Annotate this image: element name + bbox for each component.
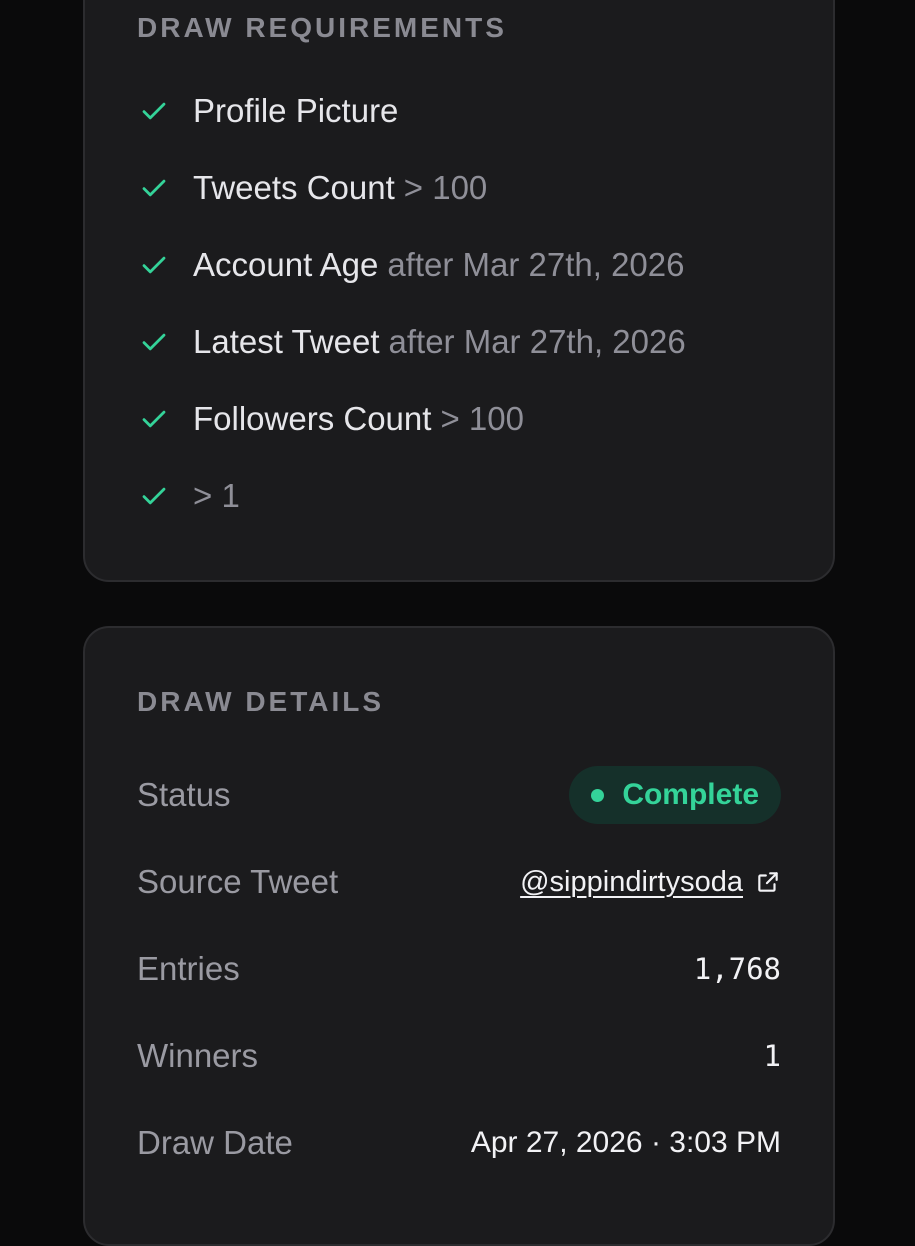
requirement-item: Latest Tweet after Mar 27th, 2026 — [137, 303, 686, 380]
status-dot-icon — [591, 788, 605, 802]
check-icon — [137, 94, 171, 128]
source-tweet-link[interactable]: @sippindirtysoda — [520, 866, 781, 899]
requirement-item: > 1 — [137, 457, 686, 534]
draw-details-card: DRAW DETAILS Status Complete Source Twee… — [83, 626, 835, 1246]
entries-label: Entries — [137, 950, 240, 987]
check-icon — [137, 171, 171, 205]
status-value: Complete — [622, 778, 759, 811]
draw-details-title: DRAW DETAILS — [137, 686, 385, 717]
requirement-condition: > 100 — [440, 399, 524, 437]
source-tweet-row: Source Tweet @sippindirtysoda — [137, 852, 781, 912]
status-row: Status Complete — [137, 765, 781, 825]
draw-date-label: Draw Date — [137, 1124, 293, 1161]
check-icon — [137, 325, 171, 359]
winners-label: Winners — [137, 1037, 259, 1074]
requirement-label: Tweets Count — [193, 168, 395, 206]
requirements-list: Profile Picture Tweets Count > 100 Accou… — [137, 72, 686, 534]
winners-value: 1 — [763, 1039, 781, 1073]
check-icon — [137, 479, 171, 513]
requirement-item: Followers Count > 100 — [137, 380, 686, 457]
draw-requirements-card: DRAW REQUIREMENTS Profile Picture Tweets… — [83, 0, 835, 582]
requirement-item: Account Age after Mar 27th, 2026 — [137, 226, 686, 303]
external-link-icon[interactable] — [755, 869, 781, 895]
draw-date-row: Draw Date Apr 27, 2026 · 3:03 PM — [137, 1113, 781, 1173]
requirement-condition: after Mar 27th, 2026 — [388, 322, 686, 360]
requirement-label: Followers Count — [193, 399, 432, 437]
entries-row: Entries 1,768 — [137, 939, 781, 999]
requirement-label: Latest Tweet — [193, 322, 380, 360]
draw-date-value: Apr 27, 2026 · 3:03 PM — [470, 1126, 781, 1159]
requirement-condition: > 100 — [403, 168, 488, 206]
status-label: Status — [137, 776, 231, 813]
requirement-condition: after Mar 27th, 2026 — [387, 245, 685, 283]
source-tweet-label: Source Tweet — [137, 863, 339, 900]
status-badge: Complete — [569, 766, 781, 824]
entries-value: 1,768 — [693, 952, 781, 986]
requirement-item: Tweets Count > 100 — [137, 149, 686, 226]
check-icon — [137, 248, 171, 282]
draw-requirements-title: DRAW REQUIREMENTS — [137, 12, 507, 43]
check-icon — [137, 402, 171, 436]
requirement-condition: > 1 — [193, 476, 240, 514]
requirement-item: Profile Picture — [137, 72, 686, 149]
winners-row: Winners 1 — [137, 1026, 781, 1086]
requirement-label: Account Age — [193, 245, 379, 283]
requirement-label: Profile Picture — [193, 91, 399, 129]
source-tweet-handle[interactable]: @sippindirtysoda — [520, 866, 743, 899]
